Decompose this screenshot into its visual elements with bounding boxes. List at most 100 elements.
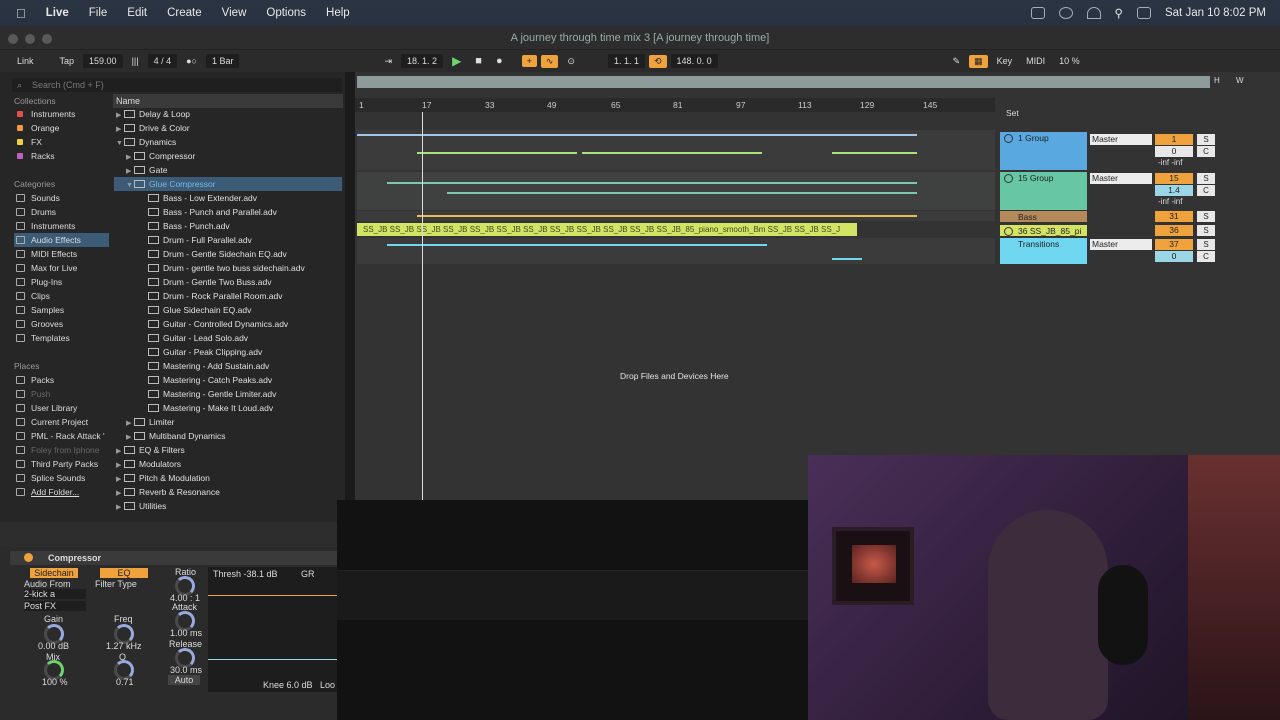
tap-select[interactable]: Post FX: [24, 601, 86, 611]
preset-item[interactable]: Mastering - Gentle Limiter.adv: [148, 387, 276, 401]
midi-map-button[interactable]: MIDI: [1021, 55, 1050, 67]
place-splice[interactable]: Splice Sounds: [14, 471, 109, 485]
output-routing[interactable]: Master: [1090, 134, 1152, 145]
h-button[interactable]: H: [1214, 76, 1220, 85]
overview-strip[interactable]: [357, 76, 1210, 88]
draw-mode-icon[interactable]: ✎: [948, 55, 966, 68]
output-routing[interactable]: Master: [1090, 239, 1152, 250]
w-button[interactable]: W: [1236, 76, 1244, 85]
pan-field[interactable]: C: [1197, 251, 1215, 262]
device-power-icon[interactable]: [24, 553, 33, 562]
preset-item[interactable]: Drum - Rock Parallel Room.adv: [148, 289, 283, 303]
gr-toggle[interactable]: GR: [301, 569, 315, 579]
tree-item[interactable]: ▶ Limiter: [126, 415, 175, 429]
preset-item[interactable]: Bass - Punch.adv: [148, 219, 230, 233]
preset-item[interactable]: Bass - Punch and Parallel.adv: [148, 205, 277, 219]
category-templates[interactable]: Templates: [14, 331, 109, 345]
track-lane-15-group[interactable]: [357, 172, 995, 210]
sidechain-toggle[interactable]: Sidechain: [30, 568, 78, 578]
tree-item[interactable]: ▶ Multiband Dynamics: [126, 429, 226, 443]
device-title-bar[interactable]: Compressor: [10, 551, 337, 565]
place-foley[interactable]: Foley from Iphone: [14, 443, 109, 457]
record-mode-icon[interactable]: ●○: [181, 55, 202, 67]
tree-item[interactable]: ▶ Delay & Loop: [116, 107, 190, 121]
tree-item[interactable]: ▶ Gate: [126, 163, 167, 177]
tree-item[interactable]: ▼ Dynamics: [116, 135, 176, 149]
track-lane-1-group[interactable]: [357, 130, 995, 170]
quantize-select[interactable]: 1 Bar: [205, 54, 240, 68]
tree-item-selected[interactable]: ▼ Glue Compressor: [114, 177, 342, 191]
lookahead-field[interactable]: Loo: [320, 680, 335, 690]
position-field[interactable]: 18. 1. 2: [401, 54, 444, 68]
fold-icon[interactable]: [1004, 134, 1013, 143]
preset-item[interactable]: Mastering - Catch Peaks.adv: [148, 373, 272, 387]
category-sounds[interactable]: Sounds: [14, 191, 109, 205]
threshold-line[interactable]: [208, 595, 337, 596]
solo-button[interactable]: S: [1197, 211, 1215, 222]
overdub-button[interactable]: +: [521, 55, 537, 67]
volume-field[interactable]: 0: [1155, 146, 1193, 157]
category-clips[interactable]: Clips: [14, 289, 109, 303]
menu-edit[interactable]: Edit: [127, 7, 147, 19]
audio-clip[interactable]: SS_JB SS_JB SS_JB SS_JB SS_JB SS_JB SS_J…: [357, 223, 857, 236]
track-activator[interactable]: 37: [1155, 239, 1193, 250]
automation-arm-button[interactable]: ∿: [540, 54, 559, 68]
knee-field[interactable]: Knee 6.0 dB: [263, 680, 313, 690]
name-column-header[interactable]: Name: [113, 94, 343, 108]
tree-item[interactable]: ▶ Compressor: [126, 149, 195, 163]
preset-item[interactable]: Drum - Gentle Sidechain EQ.adv: [148, 247, 287, 261]
tree-item[interactable]: ▶ EQ & Filters: [116, 443, 185, 457]
output-routing[interactable]: Master: [1090, 173, 1152, 184]
apple-icon[interactable]: : [16, 6, 26, 21]
preset-item[interactable]: Drum - gentle two buss sidechain.adv: [148, 261, 305, 275]
solo-button[interactable]: S: [1197, 173, 1215, 184]
play-clip-icon[interactable]: [1004, 227, 1013, 236]
pan-field[interactable]: C: [1197, 146, 1215, 157]
tree-item[interactable]: ▶ Pitch & Modulation: [116, 471, 210, 485]
solo-button[interactable]: S: [1197, 134, 1215, 145]
preset-item[interactable]: Drum - Full Parallel.adv: [148, 233, 252, 247]
tree-item[interactable]: ▶ Modulators: [116, 457, 181, 471]
place-current-project[interactable]: Current Project: [14, 415, 109, 429]
track-header-1-group[interactable]: 1 Group: [1000, 132, 1087, 170]
preset-item[interactable]: Bass - Low Extender.adv: [148, 191, 257, 205]
track-header-15-group[interactable]: 15 Group: [1000, 172, 1087, 210]
place-packs[interactable]: Packs: [14, 373, 109, 387]
follow-icon[interactable]: ⇥: [379, 55, 397, 68]
link-button[interactable]: Link: [12, 55, 39, 67]
preset-item[interactable]: Guitar - Controlled Dynamics.adv: [148, 317, 288, 331]
track-header-transitions[interactable]: Transitions: [1000, 238, 1087, 264]
search-input[interactable]: Search (Cmd + F): [12, 78, 342, 92]
menu-options[interactable]: Options: [266, 7, 306, 19]
tempo-field[interactable]: 159.00: [83, 54, 123, 68]
auto-release-button[interactable]: Auto: [168, 675, 200, 685]
category-max-for-live[interactable]: Max for Live: [14, 261, 109, 275]
place-pml[interactable]: PML - Rack Attack ': [14, 429, 109, 443]
volume-icon[interactable]: [1058, 7, 1073, 19]
collection-instruments[interactable]: Instruments: [14, 107, 109, 121]
category-drums[interactable]: Drums: [14, 205, 109, 219]
tap-button[interactable]: Tap: [55, 55, 80, 67]
threshold-readout[interactable]: Thresh -38.1 dB: [213, 569, 278, 579]
preset-item[interactable]: Guitar - Lead Solo.adv: [148, 331, 248, 345]
track-header-piano[interactable]: 36 SS_JB_85_pi: [1000, 225, 1087, 236]
control-center-icon[interactable]: [1136, 7, 1151, 19]
close-icon[interactable]: [8, 34, 18, 44]
place-third-party[interactable]: Third Party Packs: [14, 457, 109, 471]
place-push[interactable]: Push: [14, 387, 109, 401]
key-map-button[interactable]: Key: [992, 55, 1018, 67]
metronome-icon[interactable]: |||: [127, 55, 144, 67]
track-activator[interactable]: 31: [1155, 211, 1193, 222]
pan-field[interactable]: C: [1197, 185, 1215, 196]
back-to-arrangement-icon[interactable]: ⊙: [562, 55, 580, 68]
preset-item[interactable]: Drum - Gentle Two Buss.adv: [148, 275, 272, 289]
preset-item[interactable]: Glue Sidechain EQ.adv: [148, 303, 251, 317]
category-instruments[interactable]: Instruments: [14, 219, 109, 233]
collection-racks[interactable]: Racks: [14, 149, 109, 163]
volume-field[interactable]: 0: [1155, 251, 1193, 262]
fold-icon[interactable]: [1004, 174, 1013, 183]
key-map-icon[interactable]: ▦: [969, 54, 988, 68]
search-icon[interactable]: ⚲: [1115, 6, 1123, 20]
track-activator[interactable]: 1: [1155, 134, 1193, 145]
minimize-icon[interactable]: [25, 34, 35, 44]
